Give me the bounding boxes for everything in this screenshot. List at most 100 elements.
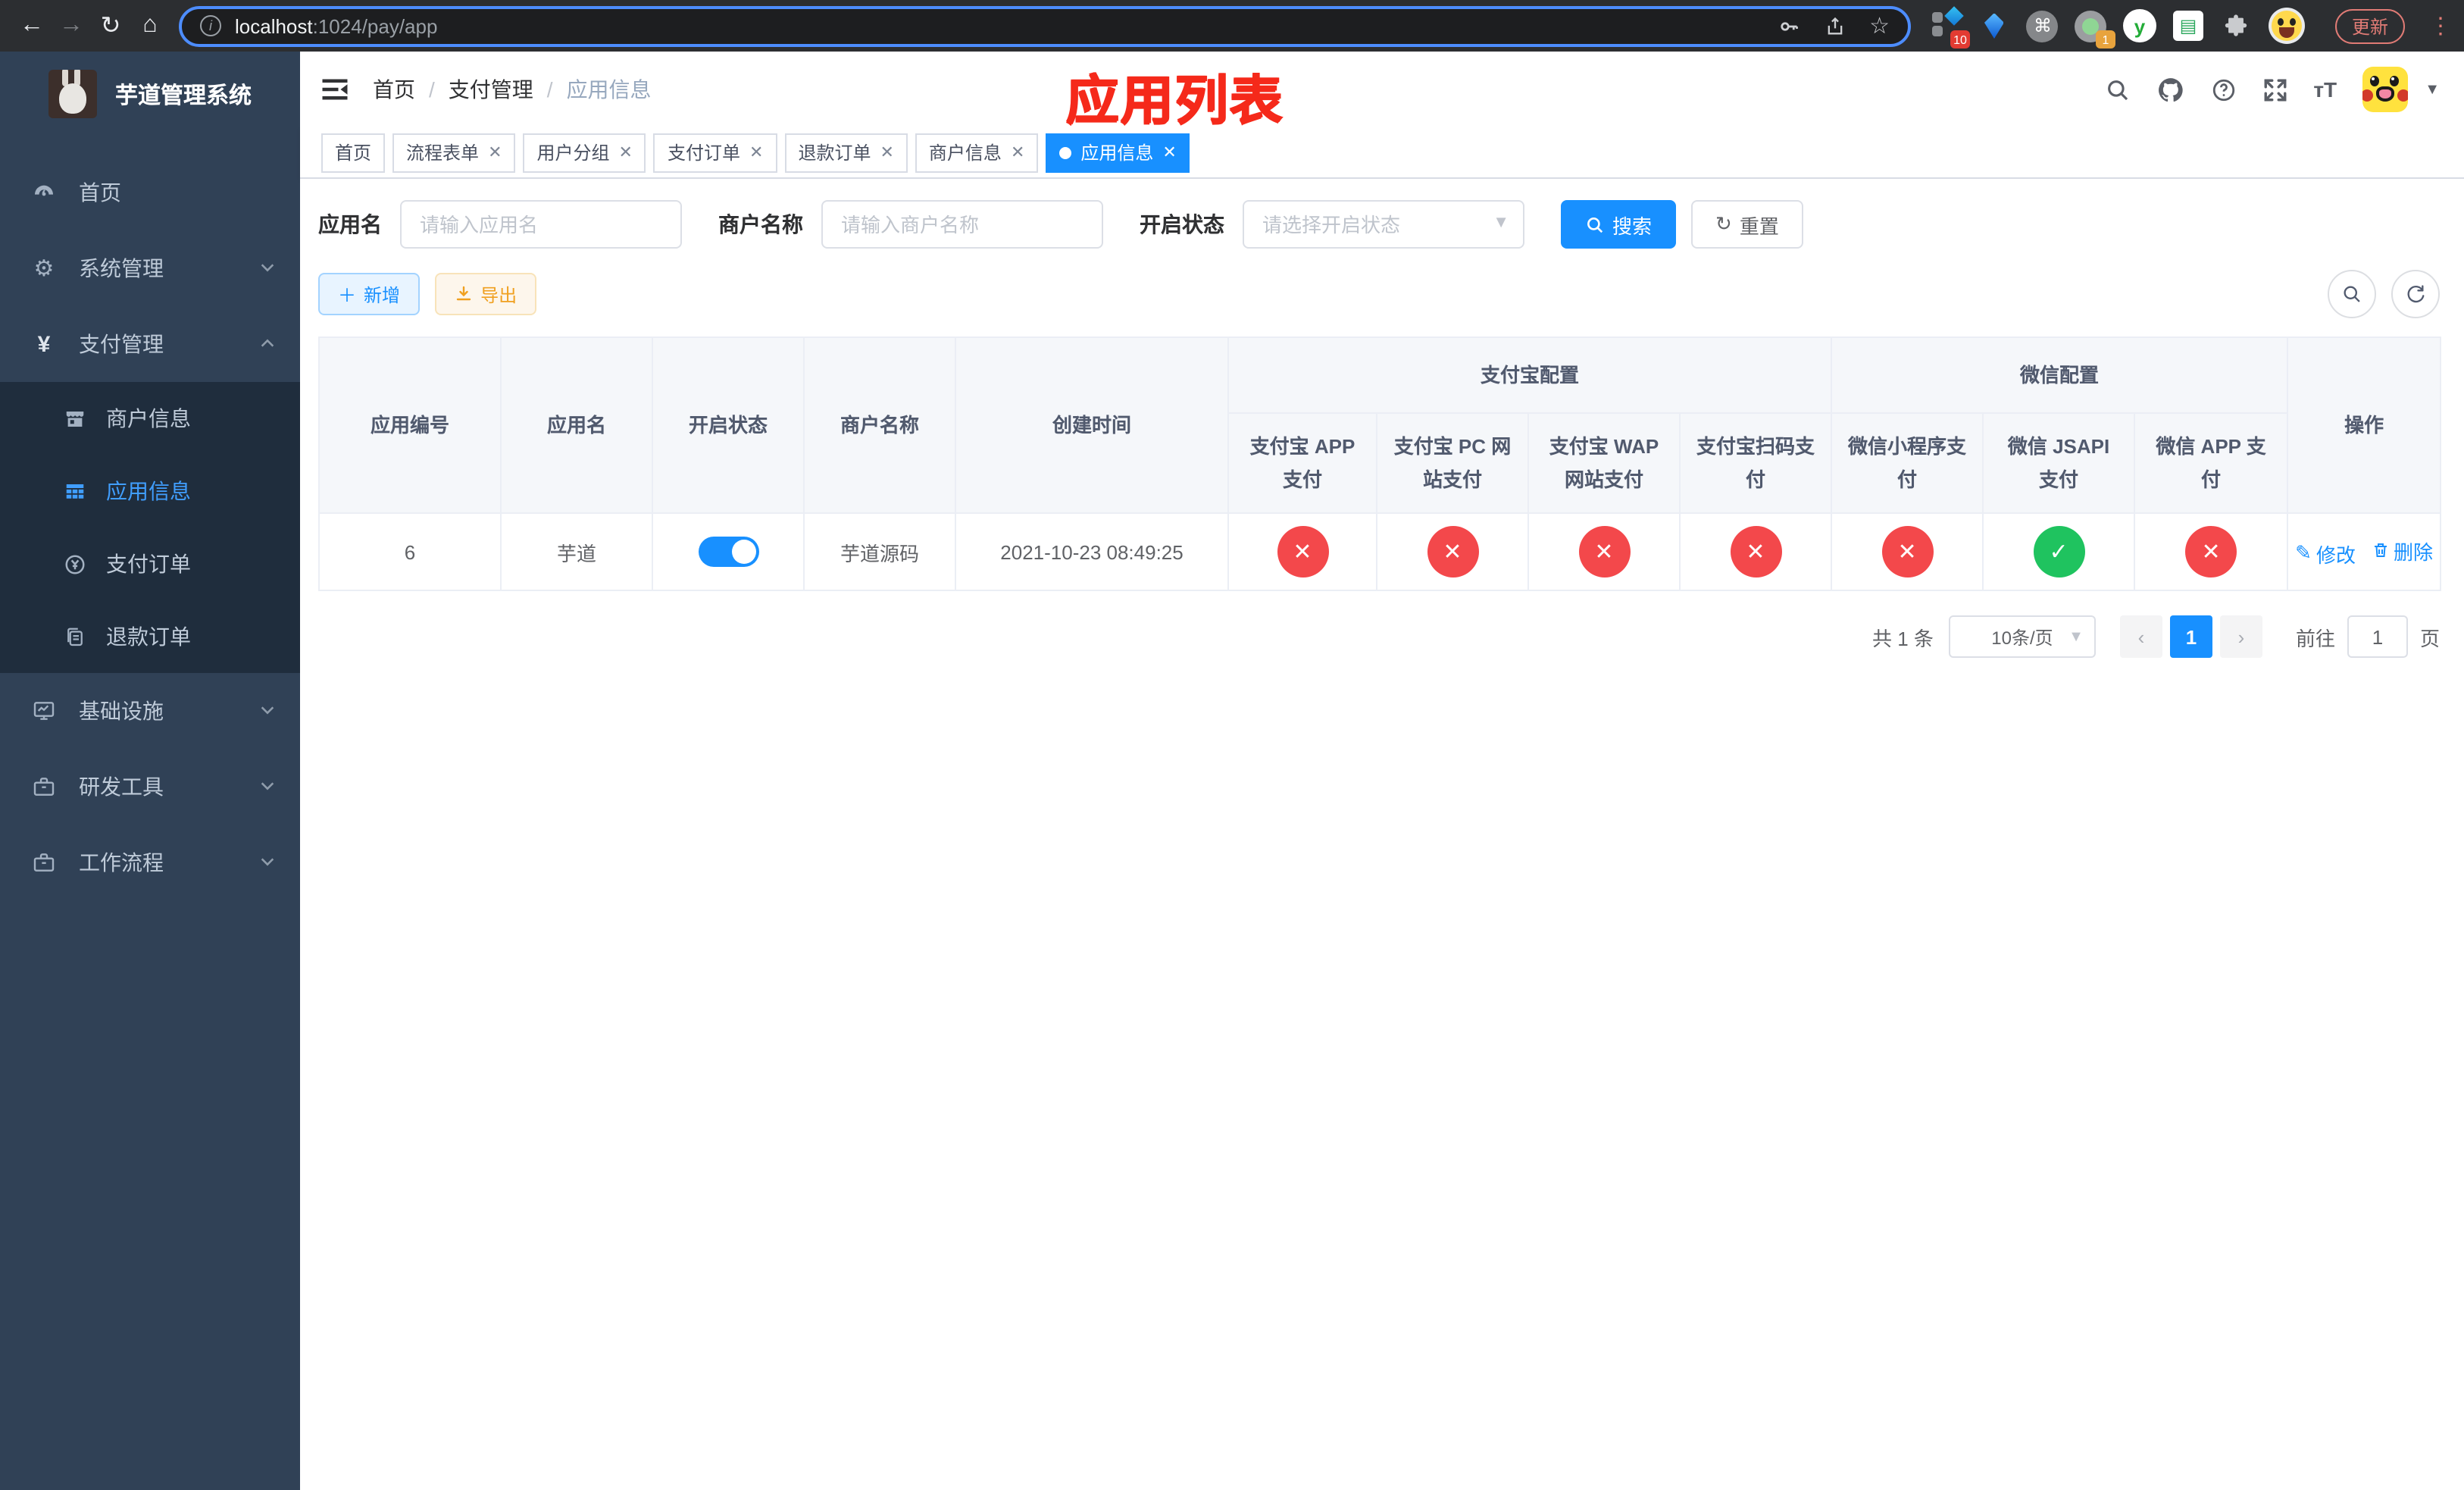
- site-info-icon[interactable]: i: [200, 15, 221, 36]
- sidebar-item-workflow[interactable]: 工作流程: [0, 825, 300, 900]
- plus-icon: ＋: [338, 284, 357, 305]
- col-alipay-qr: 支付宝扫码支付: [1678, 412, 1833, 514]
- app-title: 芋道管理系统: [115, 83, 252, 108]
- font-size-icon[interactable]: ᴛT: [2313, 77, 2337, 102]
- col-wechat-app: 微信 APP 支付: [2134, 412, 2289, 514]
- app-logo-row[interactable]: 芋道管理系统: [0, 52, 300, 136]
- gear-icon: ⚙: [33, 256, 55, 282]
- reload-icon[interactable]: ↻: [91, 6, 130, 45]
- forward-icon[interactable]: →: [52, 6, 91, 45]
- add-button[interactable]: ＋ 新增: [318, 273, 421, 315]
- close-icon[interactable]: ✕: [880, 142, 893, 162]
- close-icon[interactable]: ✕: [619, 142, 633, 162]
- col-merchant: 商户名称: [803, 337, 956, 514]
- tab-pay-orders[interactable]: 支付订单 ✕: [653, 133, 777, 172]
- sidebar-item-home[interactable]: 首页: [0, 155, 300, 230]
- pagination: 共 1 条 10条/页 ▼ ‹ 1 › 前往 页: [318, 615, 2440, 658]
- extension-command-icon[interactable]: ⌘: [2026, 9, 2059, 42]
- home-icon[interactable]: ⌂: [130, 6, 170, 45]
- prev-page-button[interactable]: ‹: [2119, 615, 2162, 658]
- close-icon[interactable]: ✕: [488, 142, 502, 162]
- sidebar-item-app-info[interactable]: 应用信息: [0, 455, 300, 527]
- user-avatar[interactable]: [2362, 67, 2409, 112]
- enabled-toggle[interactable]: [698, 537, 758, 567]
- extension-y-icon[interactable]: y: [2122, 9, 2156, 42]
- cell-enabled: [652, 512, 805, 591]
- tab-refund-orders[interactable]: 退款订单 ✕: [784, 133, 908, 172]
- yen-circle-icon: [61, 552, 88, 575]
- bookmark-star-icon[interactable]: ☆: [1869, 12, 1890, 39]
- app-name-input[interactable]: [400, 200, 682, 249]
- edit-link[interactable]: ✎ 修改: [2295, 539, 2356, 568]
- browser-menu-icon[interactable]: ⋮: [2429, 12, 2452, 39]
- avatar-caret-icon[interactable]: ▼: [2425, 81, 2440, 98]
- col-created: 创建时间: [955, 337, 1229, 514]
- extension-badge: 1: [2095, 30, 2115, 49]
- fullscreen-icon[interactable]: [2262, 77, 2287, 102]
- extension-doc-icon[interactable]: ▤: [2172, 9, 2205, 42]
- close-icon[interactable]: ✕: [1162, 142, 1176, 162]
- reset-button[interactable]: ↻ 重置: [1691, 200, 1803, 249]
- header-search-icon[interactable]: [2104, 77, 2130, 102]
- sidebar-item-pay-orders[interactable]: 支付订单: [0, 527, 300, 600]
- sidebar-collapse-icon[interactable]: [321, 77, 349, 102]
- tab-merchant-info[interactable]: 商户信息 ✕: [915, 133, 1039, 172]
- sidebar-item-merchant-info[interactable]: 商户信息: [0, 382, 300, 455]
- tab-app-info[interactable]: 应用信息 ✕: [1046, 133, 1190, 172]
- group-wechat-config: 微信配置: [1831, 337, 2289, 414]
- refresh-icon: ↻: [1715, 212, 1732, 235]
- extension-camera-icon[interactable]: 1: [2075, 9, 2115, 49]
- tab-user-group[interactable]: 用户分组 ✕: [523, 133, 646, 172]
- merchant-name-input[interactable]: [821, 200, 1103, 249]
- extension-kite-icon[interactable]: [1978, 9, 2011, 42]
- sidebar-item-dev-tools[interactable]: 研发工具: [0, 749, 300, 825]
- search-button[interactable]: 搜索: [1561, 200, 1677, 249]
- tab-process-form[interactable]: 流程表单 ✕: [392, 133, 516, 172]
- sidebar-item-payment[interactable]: ¥ 支付管理: [0, 306, 300, 382]
- extensions-puzzle-icon[interactable]: [2220, 9, 2253, 42]
- show-search-toggle-button[interactable]: [2328, 270, 2376, 318]
- chevron-down-icon: [259, 775, 276, 799]
- extensions-row: 10 ⌘ 1 y ▤ 更新 ⋮: [1929, 6, 2452, 49]
- sidebar-item-infrastructure[interactable]: 基础设施: [0, 673, 300, 749]
- goto-page-input[interactable]: [2347, 615, 2408, 658]
- tab-home[interactable]: 首页: [321, 133, 386, 172]
- export-button[interactable]: 导出: [435, 273, 537, 315]
- app-logo: [48, 70, 97, 118]
- next-page-button[interactable]: ›: [2219, 615, 2262, 658]
- status-icon: ✕: [1277, 526, 1328, 578]
- col-wechat-jsapi: 微信 JSAPI 支付: [1982, 412, 2136, 514]
- page-number-1[interactable]: 1: [2169, 615, 2212, 658]
- table-toolbar: ＋ 新增 导出: [318, 270, 2440, 318]
- address-bar[interactable]: i localhost:1024/pay/app ☆: [179, 5, 1911, 46]
- breadcrumb-payment[interactable]: 支付管理: [449, 74, 533, 105]
- col-wechat-mini: 微信小程序支付: [1831, 412, 1984, 514]
- col-alipay-wap: 支付宝 WAP 网站支付: [1527, 412, 1681, 514]
- delete-link[interactable]: 删除: [2371, 536, 2433, 565]
- back-icon[interactable]: ←: [12, 6, 52, 45]
- status-icon: ✕: [1427, 526, 1478, 578]
- app-name-label: 应用名: [318, 212, 382, 236]
- status-select[interactable]: ▼: [1243, 200, 1524, 249]
- tab-bar: 首页 流程表单 ✕ 用户分组 ✕ 支付订单 ✕ 退款订单 ✕ 商户信息 ✕ 应用信息 ✕: [300, 127, 2464, 179]
- breadcrumb-home[interactable]: 首页: [373, 74, 415, 105]
- share-icon[interactable]: [1824, 14, 1845, 37]
- col-app-name: 应用名: [500, 337, 653, 514]
- close-icon[interactable]: ✕: [1011, 142, 1024, 162]
- close-icon[interactable]: ✕: [749, 142, 763, 162]
- shop-icon: [61, 407, 88, 430]
- extension-blocks-icon[interactable]: 10: [1929, 6, 1970, 49]
- cell-merchant: 芋道源码: [803, 512, 956, 591]
- password-key-icon[interactable]: [1777, 14, 1800, 37]
- cell-created: 2021-10-23 08:49:25: [955, 512, 1229, 591]
- col-operations: 操作: [2287, 337, 2442, 514]
- refresh-table-button[interactable]: [2391, 270, 2440, 318]
- chrome-update-button[interactable]: 更新: [2334, 8, 2405, 43]
- sidebar-item-system[interactable]: ⚙ 系统管理: [0, 230, 300, 306]
- page-size-select[interactable]: 10条/页 ▼: [1948, 615, 2096, 658]
- url-text: localhost:1024/pay/app: [235, 14, 438, 37]
- help-icon[interactable]: [2210, 77, 2236, 102]
- browser-profile-avatar[interactable]: [2268, 8, 2305, 44]
- sidebar-item-refund-orders[interactable]: 退款订单: [0, 600, 300, 673]
- github-icon[interactable]: [2156, 75, 2184, 104]
